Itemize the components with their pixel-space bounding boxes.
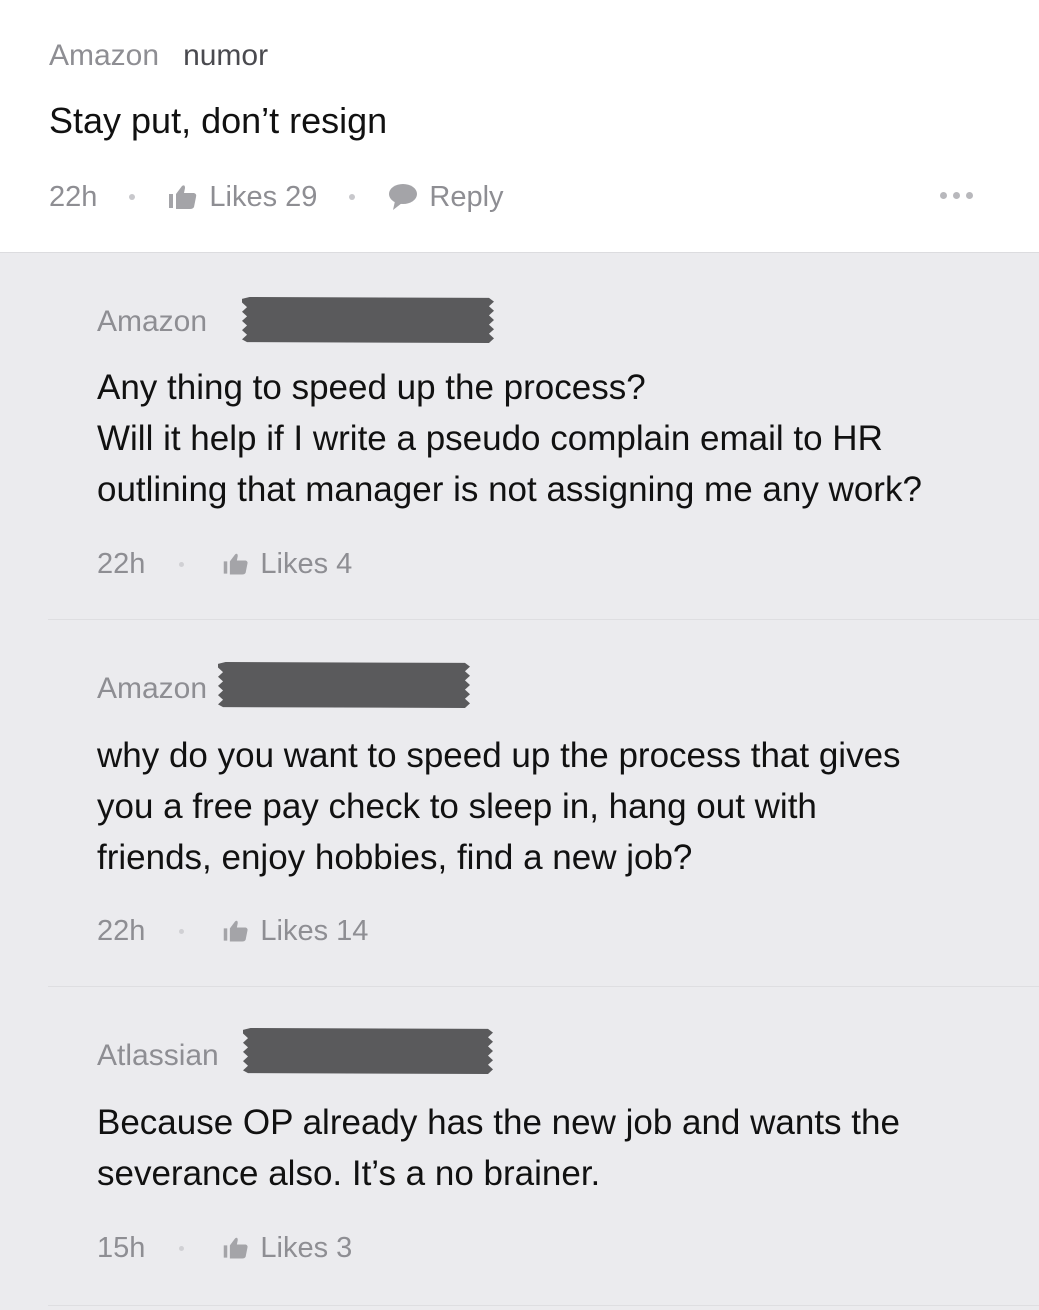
reply-time: 15h [97,1231,146,1264]
reply-company[interactable]: Amazon [97,305,207,338]
post-company[interactable]: Amazon [49,39,159,72]
reply-likes-count: Likes 14 [260,914,369,947]
reply-text-line: Because OP already has the new job and w… [97,1103,900,1142]
separator-dot [129,194,136,200]
reply-likes-count: Likes 3 [260,1231,353,1264]
reply-author-line: Atlassian [97,1038,219,1074]
redacted-username [218,662,470,708]
reply-item: Amazon why do you want to speed up the p… [48,620,1039,987]
post-time: 22h [49,180,98,213]
reply-text-line: outlining that manager is not assigning … [97,470,922,509]
post-like-button[interactable]: Likes 29 [167,181,317,214]
separator-dot [349,194,356,200]
thumbs-up-icon [222,1235,250,1261]
reply-actions: 22h Likes 4 [97,546,352,582]
original-post: Amazon numor Stay put, don’t resign 22h L… [0,0,1039,253]
reply-text: why do you want to speed up the process … [97,730,997,883]
reply-text-line: friends, enjoy hobbies, find a new job? [97,838,693,877]
reply-label: Reply [429,180,504,213]
post-username[interactable]: numor [183,39,268,72]
reply-time: 22h [97,547,146,580]
more-dots-icon[interactable] [940,192,973,199]
reply-like-button[interactable]: Likes 14 [222,915,368,948]
thumbs-up-icon [167,183,199,211]
reply-text-line: Will it help if I write a pseudo complai… [97,419,883,458]
speech-bubble-icon [387,182,419,212]
reply-author-line: Amazon [97,304,207,340]
reply-text-line: Any thing to speed up the process? [97,368,646,407]
reply-button[interactable]: Reply [387,180,504,214]
reply-like-button[interactable]: Likes 4 [222,548,352,581]
reply-text-line: you a free pay check to sleep in, hang o… [97,787,817,826]
separator-dot [179,1245,185,1251]
separator-dot [179,561,185,567]
post-likes-count: Likes 29 [209,180,318,213]
reply-company[interactable]: Amazon [97,672,207,705]
reply-text: Because OP already has the new job and w… [97,1097,997,1199]
reply-actions: 15h Likes 3 [97,1230,352,1266]
thumbs-up-icon [222,918,250,944]
reply-text-line: severance also. It’s a no brainer. [97,1154,601,1193]
reply-actions: 22h Likes 14 [97,913,368,949]
redacted-username [243,1028,493,1074]
reply-text: Any thing to speed up the process? Will … [97,362,997,515]
reply-item: Amazon Any thing to speed up the process… [48,253,1039,620]
reply-like-button[interactable]: Likes 3 [222,1232,352,1265]
reply-company[interactable]: Atlassian [97,1039,219,1072]
reply-time: 22h [97,914,146,947]
redacted-username [242,297,494,343]
reply-item: Atlassian Because OP already has the new… [48,987,1039,1306]
separator-dot [179,928,185,934]
reply-likes-count: Likes 4 [260,547,353,580]
thumbs-up-icon [222,551,250,577]
reply-text-line: why do you want to speed up the process … [97,736,901,775]
post-text: Stay put, don’t resign [49,100,388,141]
post-actions: 22h Likes 29 Reply [49,178,504,216]
post-author-line: Amazon numor [49,38,268,74]
reply-author-line: Amazon [97,671,207,707]
